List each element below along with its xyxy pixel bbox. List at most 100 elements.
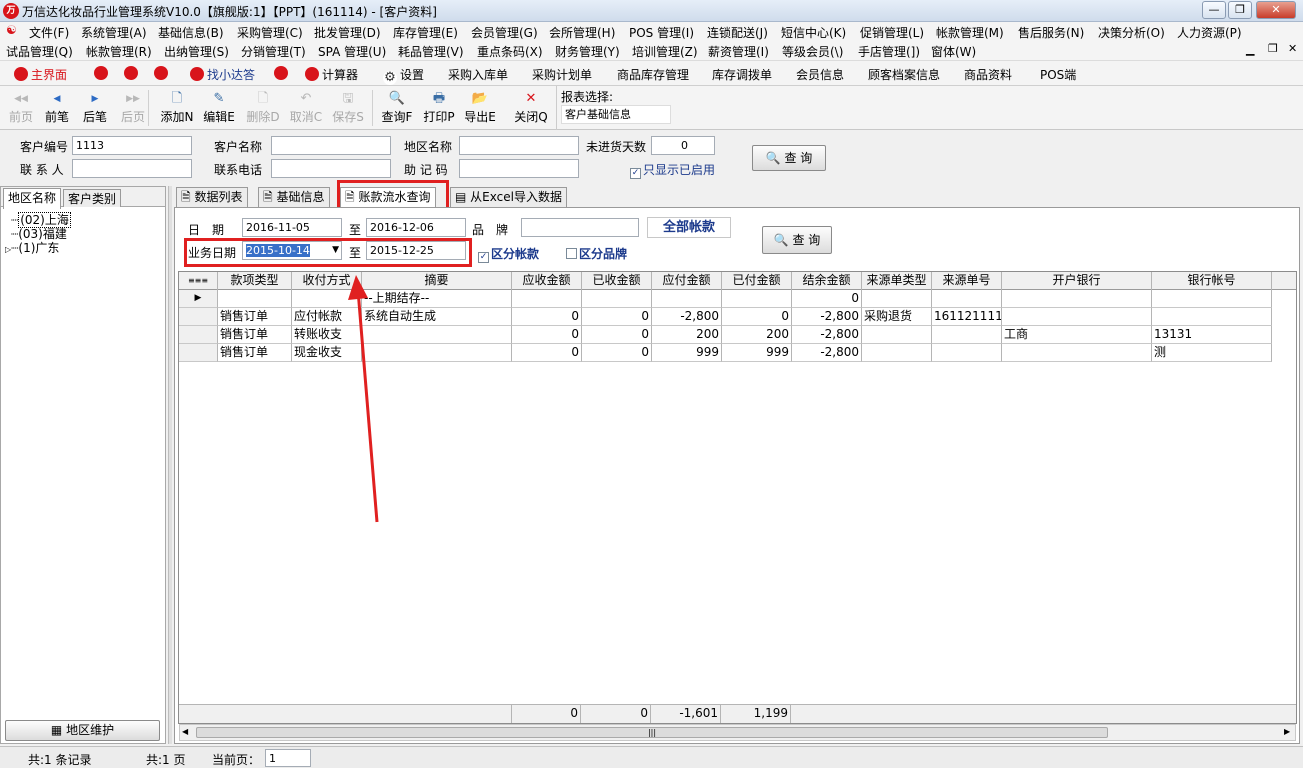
- house-icon[interactable]: [274, 66, 291, 81]
- menu-item[interactable]: SPA 管理(U): [318, 43, 386, 60]
- table-cell[interactable]: 16112111130: [932, 308, 1002, 326]
- table-cell[interactable]: 0: [582, 326, 652, 344]
- menu-item[interactable]: 库存管理(E): [393, 24, 458, 41]
- menu-item[interactable]: 试品管理(Q): [6, 43, 73, 60]
- table-cell[interactable]: 0: [582, 344, 652, 362]
- menu-item[interactable]: 耗品管理(V): [398, 43, 464, 60]
- menu-item[interactable]: 帐款管理(M): [936, 24, 1004, 41]
- quick-item[interactable]: 商品库存管理: [617, 66, 689, 83]
- toolbar-button[interactable]: 📂 导出E: [461, 90, 499, 125]
- menu-item[interactable]: 会所管理(H): [549, 24, 615, 41]
- menu-item[interactable]: 决策分析(O): [1098, 24, 1165, 41]
- quick-item[interactable]: 商品资料: [964, 66, 1012, 83]
- table-cell[interactable]: [862, 326, 932, 344]
- quick-item[interactable]: 库存调拨单: [712, 66, 772, 83]
- table-cell[interactable]: 200: [652, 326, 722, 344]
- toolbar-button[interactable]: ▶ 后笔: [76, 90, 114, 125]
- table-cell[interactable]: -2,800: [792, 326, 862, 344]
- menu-item[interactable]: 分销管理(T): [241, 43, 306, 60]
- table-cell[interactable]: 200: [722, 326, 792, 344]
- cust-name-input[interactable]: [271, 136, 391, 155]
- column-header[interactable]: 开户银行: [1002, 272, 1152, 290]
- table-cell[interactable]: -2,800: [792, 308, 862, 326]
- toolbar-button[interactable]: 🗋 添加N: [158, 90, 196, 125]
- row-indicator[interactable]: [179, 308, 218, 326]
- column-header[interactable]: 款项类型: [218, 272, 292, 290]
- scroll-thumb[interactable]: |||: [196, 727, 1108, 738]
- menu-item[interactable]: 窗体(W): [931, 43, 976, 60]
- quick-item[interactable]: 计算器: [305, 66, 358, 83]
- region-maint-button[interactable]: ▦ 地区维护: [5, 720, 160, 741]
- toolbar-button[interactable]: 🖶 打印P: [420, 90, 458, 125]
- grid-corner-icon[interactable]: ≡≡≡: [179, 272, 218, 290]
- quick-item[interactable]: 采购入库单: [448, 66, 508, 83]
- table-cell[interactable]: 0: [512, 344, 582, 362]
- table-cell[interactable]: -2,800: [652, 308, 722, 326]
- table-cell[interactable]: 13131: [1152, 326, 1272, 344]
- toolbar-button[interactable]: 🖫 保存S: [329, 90, 367, 125]
- menu-item[interactable]: 财务管理(Y): [555, 43, 620, 60]
- tree-node[interactable]: ┈(03)福建: [11, 225, 71, 241]
- mdi-restore-icon[interactable]: ❐: [1268, 42, 1278, 55]
- menu-item[interactable]: 等级会员(\): [782, 43, 843, 60]
- menu-item[interactable]: 采购管理(C): [237, 24, 303, 41]
- column-header[interactable]: 来源单类型: [862, 272, 932, 290]
- tab-basic-info[interactable]: 🗎 基础信息: [258, 187, 330, 207]
- toolbar-button[interactable]: ✎ 编辑E: [200, 90, 238, 125]
- table-cell[interactable]: 测: [1152, 344, 1272, 362]
- horizontal-scrollbar[interactable]: ◀ ||| ▶: [179, 724, 1296, 741]
- enabled-only-checkbox[interactable]: ✓ 只显示已启用: [630, 161, 715, 179]
- menu-item[interactable]: 重点条码(X): [477, 43, 543, 60]
- table-cell[interactable]: [218, 290, 292, 308]
- row-indicator[interactable]: [179, 326, 218, 344]
- table-cell[interactable]: [932, 326, 1002, 344]
- table-cell[interactable]: [1152, 290, 1272, 308]
- menu-item[interactable]: 人力资源(P): [1177, 24, 1242, 41]
- table-cell[interactable]: 0: [582, 308, 652, 326]
- quick-item[interactable]: 顾客档案信息: [868, 66, 940, 83]
- toolbar-button[interactable]: 🔍 查询F: [378, 90, 416, 125]
- row-indicator[interactable]: ▶: [179, 290, 218, 308]
- table-cell[interactable]: 0: [512, 308, 582, 326]
- column-header[interactable]: 应付金额: [652, 272, 722, 290]
- cust-no-input[interactable]: 1113: [72, 136, 192, 155]
- menu-item[interactable]: POS 管理(I): [629, 24, 694, 41]
- table-cell[interactable]: [1152, 308, 1272, 326]
- contact-input[interactable]: [72, 159, 192, 178]
- table-cell[interactable]: [1002, 290, 1152, 308]
- close-window-button[interactable]: ✕: [1256, 1, 1296, 19]
- column-header[interactable]: 结余金额: [792, 272, 862, 290]
- date-from-input[interactable]: 2016-11-05: [242, 218, 342, 237]
- quick-item[interactable]: ⚙ 设置: [383, 66, 424, 85]
- lock-icon[interactable]: [94, 66, 111, 81]
- table-cell[interactable]: 采购退货: [862, 308, 932, 326]
- current-page-input[interactable]: 1: [265, 749, 311, 767]
- customer-query-button[interactable]: 🔍 查 询: [752, 145, 826, 171]
- memo-input[interactable]: [459, 159, 579, 178]
- minimize-button[interactable]: —: [1202, 1, 1226, 19]
- tab-excel-import[interactable]: ▤ 从Excel导入数据: [450, 187, 567, 207]
- table-cell[interactable]: -2,800: [792, 344, 862, 362]
- quick-item[interactable]: 找小达答: [190, 66, 255, 83]
- table-cell[interactable]: 0: [512, 326, 582, 344]
- brand-input[interactable]: [521, 218, 639, 237]
- column-header[interactable]: 已付金额: [722, 272, 792, 290]
- quick-item[interactable]: 会员信息: [796, 66, 844, 83]
- table-cell[interactable]: 999: [722, 344, 792, 362]
- menu-item[interactable]: 系统管理(A): [81, 24, 147, 41]
- column-header[interactable]: 银行帐号: [1152, 272, 1272, 290]
- mdi-close-icon[interactable]: ✕: [1288, 42, 1297, 55]
- column-header[interactable]: 应收金额: [512, 272, 582, 290]
- table-cell[interactable]: [652, 290, 722, 308]
- table-cell[interactable]: 销售订单: [218, 308, 292, 326]
- menu-item[interactable]: 促销管理(L): [860, 24, 924, 41]
- table-cell[interactable]: 0: [722, 308, 792, 326]
- menu-item[interactable]: 短信中心(K): [781, 24, 846, 41]
- table-cell[interactable]: 销售订单: [218, 326, 292, 344]
- tab-region[interactable]: 地区名称: [3, 188, 62, 209]
- date-to-input[interactable]: 2016-12-06: [366, 218, 466, 237]
- table-cell[interactable]: [862, 344, 932, 362]
- days-input[interactable]: 0: [651, 136, 715, 155]
- table-cell[interactable]: [1002, 308, 1152, 326]
- splitter[interactable]: [168, 186, 172, 744]
